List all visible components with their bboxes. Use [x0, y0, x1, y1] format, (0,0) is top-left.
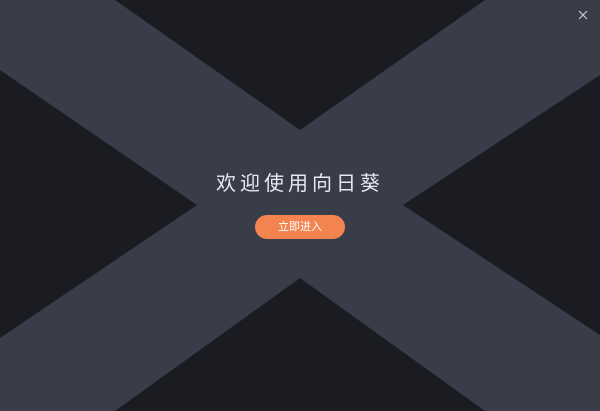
welcome-title: 欢迎使用向日葵 [216, 171, 384, 195]
enter-now-button[interactable]: 立即进入 [255, 215, 345, 239]
close-icon [578, 10, 588, 20]
close-button[interactable] [572, 4, 594, 26]
background-x-shape [0, 0, 600, 411]
welcome-window: 欢迎使用向日葵 立即进入 [0, 0, 600, 411]
